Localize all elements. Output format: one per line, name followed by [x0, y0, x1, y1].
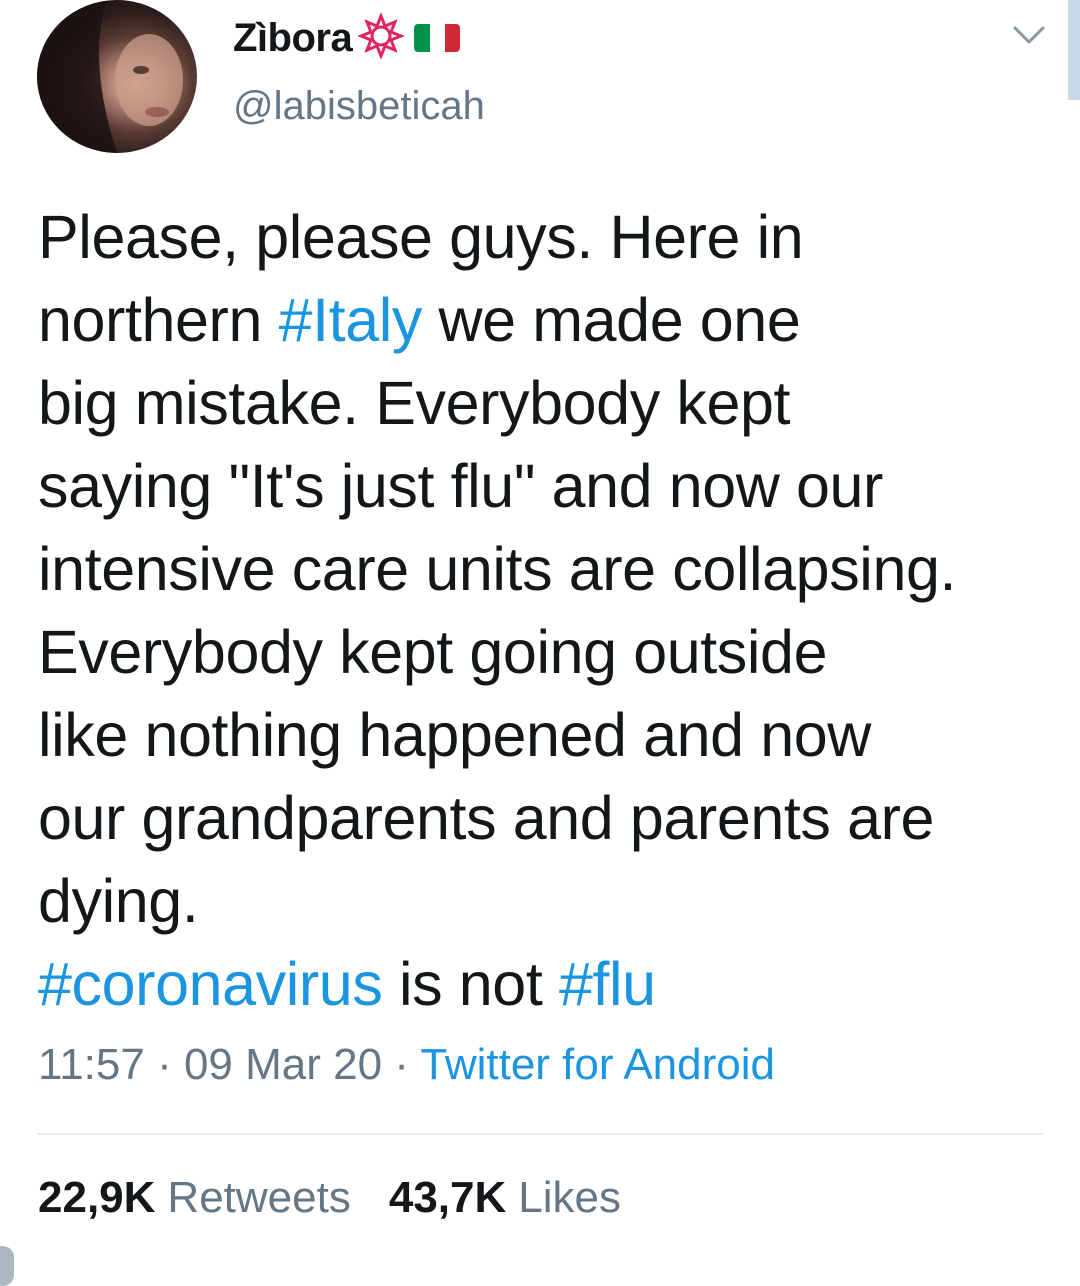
tweet-text-segment: Please, please guys. Here in [38, 203, 804, 271]
tweet-text-segment: big mistake. Everybody kept [38, 369, 791, 437]
display-name[interactable]: Zìbora [233, 16, 353, 61]
hashtag-link[interactable]: #flu [559, 950, 656, 1018]
tweet-card: Zìbora @labisbeticah Please, please guys… [0, 0, 1080, 1286]
avatar[interactable] [37, 0, 197, 153]
retweets-stat[interactable]: 22,9K Retweets [38, 1173, 351, 1223]
retweets-label: Retweets [167, 1173, 351, 1222]
retweets-count: 22,9K [38, 1173, 156, 1222]
tweet-text-segment: saying "It's just flu" and now our [38, 452, 883, 520]
tweet-text-segment: our grandparents and parents are [38, 784, 935, 852]
hashtag-link[interactable]: #coronavirus [38, 950, 383, 1018]
tweet-stats: 22,9K Retweets 43,7K Likes [38, 1173, 621, 1223]
scroll-indicator[interactable] [1068, 0, 1080, 100]
tweet-source-link[interactable]: Twitter for Android [420, 1040, 775, 1089]
flower-badge-icon [357, 11, 406, 64]
chevron-down-icon[interactable] [1012, 22, 1046, 48]
tweet-text-line: intensive care units are collapsing. [38, 528, 1068, 611]
tweet-text-segment: we made one [421, 286, 801, 354]
tweet-text-segment: Everybody kept going outside [38, 618, 828, 686]
tweet-time[interactable]: 11:57 [38, 1040, 145, 1089]
flag-red-stripe [444, 24, 461, 52]
likes-label: Likes [518, 1173, 621, 1222]
user-handle[interactable]: @labisbeticah [233, 84, 485, 129]
tweet-date[interactable]: 09 Mar 20 [184, 1040, 382, 1089]
tweet-text-line: northern #Italy we made one [38, 279, 1068, 362]
tweet-text-line: big mistake. Everybody kept [38, 362, 1068, 445]
tweet-text-line: #coronavirus is not #flu [38, 943, 1068, 1026]
tweet-text-segment: like nothing happened and now [38, 701, 871, 769]
tweet-text-segment: northern [38, 286, 279, 354]
flag-white-stripe [429, 24, 445, 52]
italy-flag-icon [414, 24, 461, 52]
meta-separator: · [382, 1040, 421, 1089]
meta-separator: · [144, 1040, 184, 1089]
likes-count: 43,7K [388, 1173, 507, 1222]
hashtag-link[interactable]: #Italy [279, 286, 423, 354]
flag-green-stripe [414, 24, 430, 52]
scroll-handle[interactable] [0, 1246, 14, 1286]
tweet-meta: 11:57 · 09 Mar 20 · Twitter for Android [38, 1040, 775, 1090]
tweet-text-line: Everybody kept going outside [38, 611, 1068, 694]
tweet-text-line: dying. [38, 860, 1068, 943]
divider [38, 1133, 1044, 1135]
tweet-text-segment: dying. [38, 867, 199, 935]
tweet-text-line: our grandparents and parents are [38, 777, 1068, 860]
tweet-text-segment: intensive care units are collapsing. [38, 535, 957, 603]
tweet-text-segment: is not [382, 950, 559, 1018]
tweet-text-line: like nothing happened and now [38, 694, 1068, 777]
tweet-text: Please, please guys. Here in northern #It… [38, 196, 1068, 1026]
likes-stat[interactable]: 43,7K Likes [389, 1173, 621, 1223]
tweet-text-line: saying "It's just flu" and now our [38, 445, 1068, 528]
name-row: Zìbora [233, 11, 461, 64]
tweet-text-line: Please, please guys. Here in [38, 196, 1068, 279]
